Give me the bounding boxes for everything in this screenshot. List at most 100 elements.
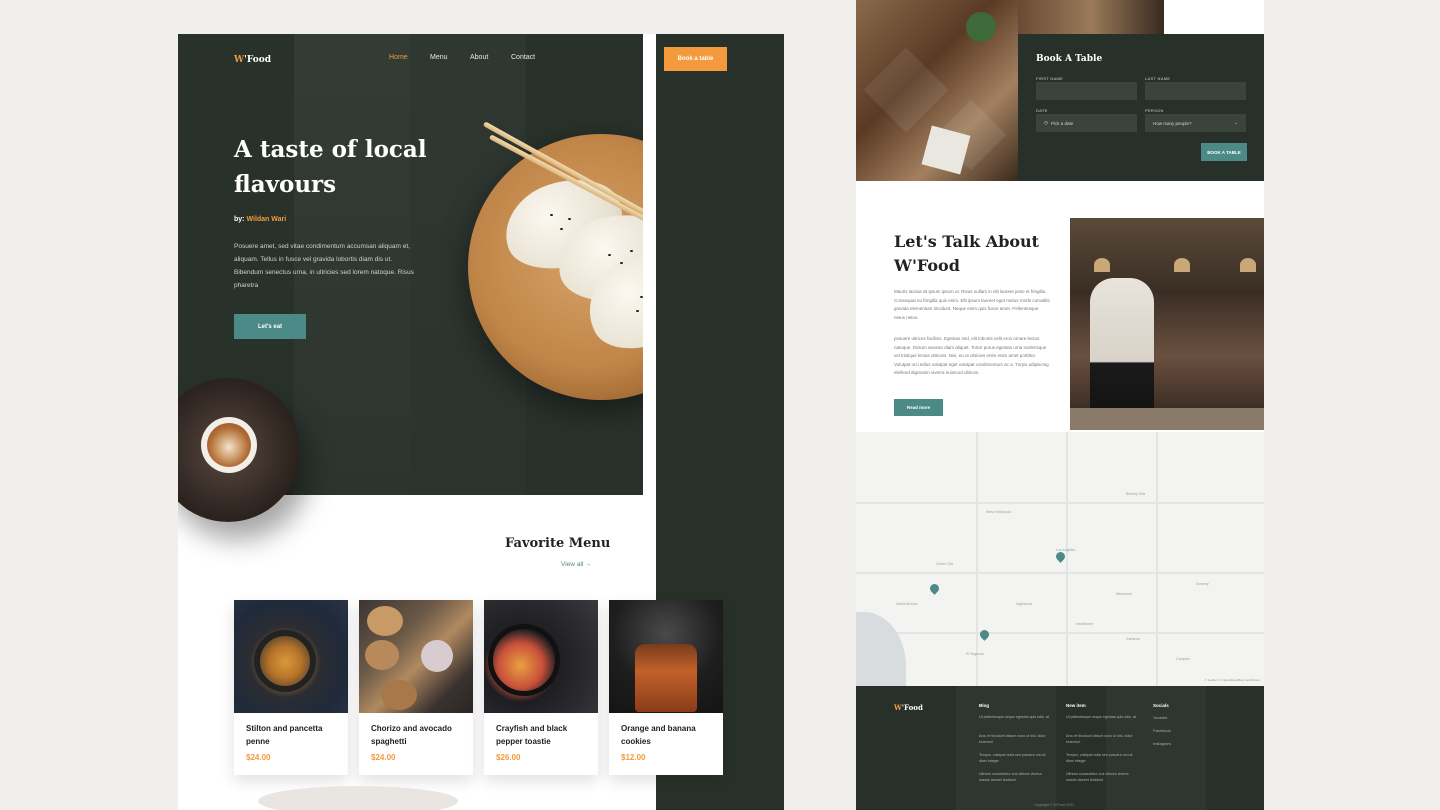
footer-blog-item[interactable]: Tempor, volutpat nulla sed posuere orci … [979, 753, 1051, 764]
dish-name: Chorizo and avocado spaghetti [371, 724, 452, 746]
logo-text: 'Food [901, 703, 923, 712]
person-placeholder: How many people? [1153, 120, 1192, 126]
footer-news-item[interactable]: Ultrices consectetur orci ultrices viver… [1066, 772, 1138, 783]
restaurant-image-strip [1018, 0, 1164, 34]
footer-logo[interactable]: W'Food [894, 703, 923, 712]
favorite-menu-title: Favorite Menu [505, 536, 611, 551]
map-pin[interactable] [1054, 550, 1067, 563]
cake [635, 644, 697, 712]
menu-card[interactable]: Chorizo and avocado spaghetti $24.00 [359, 600, 473, 775]
map-label: Gardena [1126, 637, 1140, 641]
pan-rim [254, 630, 316, 692]
hero-title: A taste of local flavours [234, 136, 427, 198]
floor-tile [863, 47, 949, 133]
logo-mark: W [894, 703, 902, 712]
sesame-seed [550, 214, 553, 216]
footer-news-item[interactable]: Tempor, volutpat nulla sed posuere orci … [1066, 753, 1138, 764]
booking-submit-button[interactable]: BOOK A TABLE [1201, 143, 1247, 161]
paella-pan [488, 624, 560, 696]
byline-label: by: [234, 216, 245, 223]
chef-kitchen-image [1070, 218, 1264, 430]
map-label: Downey [1196, 582, 1209, 586]
map-label: Westmont [1116, 592, 1132, 596]
restaurant-interior-image [856, 0, 1018, 181]
last-name-input[interactable] [1145, 82, 1246, 100]
last-name-label: LAST NAME [1145, 76, 1171, 81]
menu-card[interactable]: Stilton and pancetta penne $24.00 [234, 600, 348, 775]
landing-page-mockup: W'Food Home Menu About Contact A taste o… [178, 34, 784, 810]
author-name[interactable]: Wildan Wari [246, 216, 286, 223]
map-label: Culver City [936, 562, 954, 566]
dish-name: Crayfish and black pepper toastie [496, 724, 568, 746]
footer-blog-item[interactable]: Ut pellentesque neque egestas quis odio,… [979, 715, 1051, 721]
instagram-link[interactable]: Instagram [1153, 741, 1171, 746]
bagel [381, 680, 417, 710]
dish-name: Stilton and pancetta penne [246, 724, 323, 746]
map-label: Beverly Hills [1126, 492, 1146, 496]
person-select[interactable]: How many people? ⌄ [1145, 114, 1246, 132]
kitchen-counter [1070, 408, 1264, 430]
pendant-lamp [1240, 258, 1256, 272]
map-label: El Segundo [966, 652, 985, 656]
dish-name: Orange and banana cookies [621, 724, 696, 746]
sesame-seed [640, 296, 643, 298]
brand-logo[interactable]: W'Food [234, 55, 271, 65]
copyright-text: Copyright © W'Food 2021 [1034, 803, 1075, 807]
logo-text: 'Food [244, 55, 272, 65]
map-label: Compton [1176, 657, 1191, 661]
map-label: West Hollywood [986, 510, 1012, 514]
plant [966, 12, 996, 42]
footer-blog-heading: Blog [979, 703, 989, 708]
pendant-lamp [1174, 258, 1190, 272]
menu-card[interactable]: Orange and banana cookies $12.00 [609, 600, 723, 775]
map-road [1066, 432, 1068, 686]
dish-image [484, 600, 598, 713]
lets-eat-button[interactable]: Let's eat [234, 314, 306, 339]
bagel [365, 640, 399, 670]
sesame-seed [568, 218, 571, 220]
map-coastline [856, 612, 906, 686]
view-all-link[interactable]: View all → [561, 561, 592, 568]
map-road [1156, 432, 1158, 686]
spread-bowl [421, 640, 453, 672]
dish-image [359, 600, 473, 713]
footer-socials-heading: Socials [1153, 703, 1169, 708]
book-table-button[interactable]: Book a table [664, 47, 727, 71]
hero-byline: by: Wildan Wari [234, 216, 286, 223]
footer-blog-item[interactable]: Arcu et tincidunt dictum nunc ut nisl, d… [979, 734, 1051, 745]
first-name-input[interactable] [1036, 82, 1137, 100]
map-attribution[interactable]: © Leaflet | © OpenStreetMap contributors [1205, 678, 1260, 682]
sesame-seed [608, 254, 611, 256]
footer-blog-item[interactable]: Ultrices consectetur orci ultrices viver… [979, 772, 1051, 783]
calendar-icon: ◷ [1044, 120, 1048, 125]
dish-image [234, 600, 348, 713]
date-label: DATE [1036, 108, 1048, 113]
map-pin[interactable] [928, 582, 941, 595]
youtube-link[interactable]: Youtube [1153, 715, 1168, 720]
date-placeholder: Pick a date [1050, 120, 1074, 126]
nav-about[interactable]: About [470, 54, 488, 61]
about-paragraph: Mauris lacinia sit ipsum ipsum ut. Risus… [894, 289, 1050, 320]
map-pin[interactable] [978, 628, 991, 641]
person-label: PERSON [1145, 108, 1164, 113]
nav-menu[interactable]: Menu [430, 54, 448, 61]
latte-art [207, 423, 251, 467]
sesame-seed [560, 228, 563, 230]
location-map[interactable]: Beverly Hills West Hollywood Los Angeles… [856, 432, 1264, 686]
menu-card[interactable]: Crayfish and black pepper toastie $26.00 [484, 600, 598, 775]
about-paragraph: posuere ultrices facilisis. Egestas sed,… [894, 336, 1049, 375]
dish-price: $24.00 [371, 753, 396, 762]
footer-news-item[interactable]: Arcu et tincidunt dictum nunc ut nisl, d… [1066, 734, 1138, 745]
dish-price: $12.00 [621, 753, 646, 762]
nav-home[interactable]: Home [389, 54, 408, 61]
coffee-cup [201, 417, 257, 473]
read-more-button[interactable]: Read more [894, 399, 943, 416]
map-road [976, 432, 978, 686]
dish-price: $26.00 [496, 753, 521, 762]
map-road [856, 502, 1264, 504]
footer-news-heading: New item [1066, 703, 1086, 708]
nav-contact[interactable]: Contact [511, 54, 535, 61]
date-input[interactable]: ◷ Pick a date [1036, 114, 1137, 132]
footer-news-item[interactable]: Ut pellentesque neque egestas quis odio,… [1066, 715, 1138, 721]
facebook-link[interactable]: Facebook [1153, 728, 1171, 733]
